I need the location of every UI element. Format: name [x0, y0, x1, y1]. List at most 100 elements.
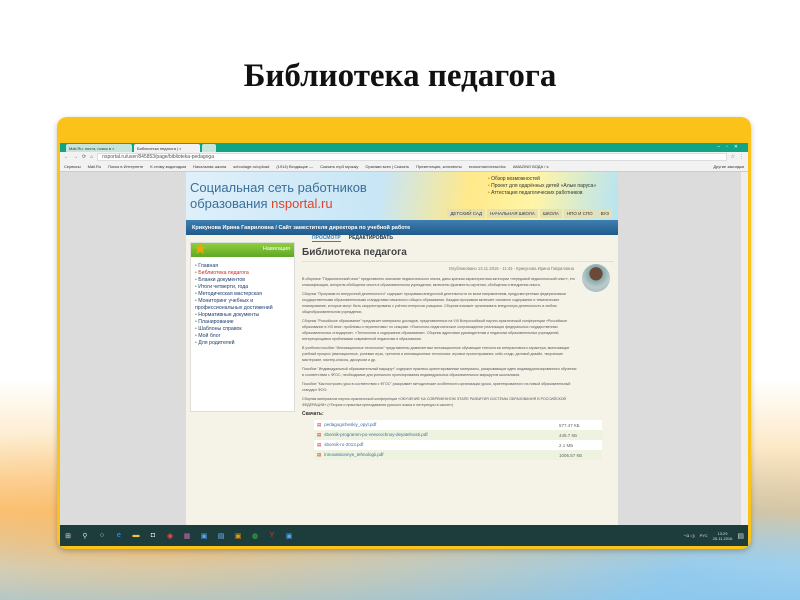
bookmark[interactable]: AMAZING ВОДА / s: [513, 164, 549, 169]
bookmark[interactable]: Mail.Ru: [88, 164, 102, 169]
level-tab[interactable]: ДЕТСКИЙ САД: [447, 209, 486, 218]
bookmark[interactable]: (1914) Входящие —: [276, 164, 313, 169]
logo-line1[interactable]: Социальная сеть работников: [190, 180, 367, 195]
nav-item[interactable]: Мой блог: [195, 333, 290, 340]
star-icon[interactable]: ☆: [731, 154, 735, 160]
paragraph: Пособие "Как построить урок в соответств…: [302, 382, 571, 392]
browser-window: Mail.Ru: почта, поиск в × Библиотека пед…: [60, 143, 748, 546]
nav-item[interactable]: Бланки документов: [195, 277, 290, 284]
nav-item[interactable]: Мониторинг учебных и профессиональных до…: [195, 298, 290, 312]
bookmark[interactable]: Оригами всех | Скачать: [365, 164, 409, 169]
paragraph: Сборник материалов научно-практической к…: [302, 397, 567, 407]
home-icon[interactable]: ⌂: [90, 154, 93, 160]
tab-edit[interactable]: РЕДАКТИРОВАТЬ: [349, 235, 393, 242]
file-row[interactable]: ▤ innovatsionnye_tehnologii.pdf 1006.57 КБ: [314, 450, 602, 460]
tab-mail[interactable]: Mail.Ru: почта, поиск в ×: [66, 144, 132, 152]
other-bookmarks[interactable]: Другие закладки: [713, 164, 744, 169]
bookmark[interactable]: Скачать mp3 музыку: [320, 164, 358, 169]
page-title: Библиотека педагога: [302, 247, 614, 262]
nav-title: Навигация: [262, 246, 290, 252]
nav-item-active[interactable]: Библиотека педагога: [195, 270, 290, 277]
file-link[interactable]: sbornik-ro-2013.pdf: [324, 442, 363, 447]
store-icon[interactable]: ◘: [149, 532, 157, 539]
logo-brand: nsportal.ru: [271, 196, 333, 211]
file-size: 2.1 МБ: [559, 442, 574, 448]
bookmark[interactable]: Сервисы: [64, 164, 81, 169]
bookmark[interactable]: ecosoman/oesru/doc: [469, 164, 506, 169]
bookmark[interactable]: Начальная школа: [193, 164, 226, 169]
bookmark[interactable]: schoolage.ru/upload: [233, 164, 269, 169]
bookmark[interactable]: Поиск в Интернете: [108, 164, 143, 169]
promo-link[interactable]: Проект для одарённых детей «Алые паруса»: [488, 183, 596, 190]
pdf-icon: ▤: [317, 422, 322, 427]
word-icon[interactable]: ▤: [217, 532, 225, 540]
web-page: Социальная сеть работников образования n…: [60, 172, 748, 525]
paragraph: В сборнике "Педагогический опыт" предста…: [302, 277, 576, 287]
promo-link[interactable]: Аттестация педагогических работников: [488, 190, 596, 197]
powerpoint-icon[interactable]: ▣: [234, 532, 242, 540]
app-icon[interactable]: ▦: [183, 532, 191, 540]
edge-icon[interactable]: e: [115, 532, 123, 539]
chrome-icon[interactable]: ◉: [166, 532, 174, 540]
download-label: Скачать:: [302, 411, 324, 417]
level-tab[interactable]: НПО И СПО: [563, 209, 596, 218]
new-tab-button[interactable]: [202, 144, 216, 152]
explorer-icon[interactable]: ▬: [132, 532, 140, 539]
file-link[interactable]: sbornik-programm-po-vneurochnoy-deyateln…: [324, 432, 427, 437]
start-icon[interactable]: ⊞: [64, 532, 72, 540]
scrollbar[interactable]: [741, 172, 748, 525]
paragraph: Пособие "Индивидуальный образовательный …: [302, 367, 577, 377]
reload-icon[interactable]: ⟳: [82, 154, 86, 160]
window-controls[interactable]: –▫✕: [717, 144, 744, 150]
windows-taskbar: ⊞ ⚲ ○ e ▬ ◘ ◉ ▦ ▣ ▤ ▣ ◍ Y ▣ ^ ◘ ◁) РУС 1…: [60, 525, 748, 546]
file-row[interactable]: ▤ pedagogicheskiy_opyt.pdf 577.47 КБ: [314, 420, 602, 430]
tab-library[interactable]: Библиотека педагога | ×: [134, 144, 200, 152]
url-input[interactable]: nsportal.ru/user/845853/page/biblioteka-…: [97, 153, 727, 161]
task-view-icon[interactable]: ○: [98, 532, 106, 539]
search-icon[interactable]: ⚲: [81, 532, 89, 540]
nav-item[interactable]: Главная: [195, 263, 290, 270]
pdf-icon: ▤: [317, 442, 322, 447]
yandex-icon[interactable]: Y: [268, 532, 276, 539]
tab-view[interactable]: ПРОСМОТР: [312, 235, 341, 242]
level-tab[interactable]: НАЧАЛЬНАЯ ШКОЛА: [487, 209, 538, 218]
tray-icons[interactable]: ^ ◘ ◁): [684, 533, 695, 538]
notifications-icon[interactable]: ▤: [737, 532, 744, 540]
nav-item[interactable]: Итоги четверти, года: [195, 284, 290, 291]
back-icon[interactable]: ←: [64, 154, 69, 160]
breadcrumb[interactable]: Крикунова Ирина Гавриловна / Сайт замест…: [186, 220, 618, 235]
publish-meta: Опубликовано 13.11.2016 - 11:43 - Крикун…: [448, 266, 574, 271]
file-row[interactable]: ▤ sbornik-programm-po-vneurochnoy-deyatel…: [314, 430, 602, 440]
promo-link[interactable]: Обзор возможностей: [488, 176, 596, 183]
nav-item[interactable]: Методическая мастерская: [195, 291, 290, 298]
main-content: ПРОСМОТР РЕДАКТИРОВАТЬ Библиотека педаго…: [302, 235, 614, 460]
address-bar-row: ← → ⟳ ⌂ nsportal.ru/user/845853/page/bib…: [60, 152, 748, 162]
site-header: Социальная сеть работников образования n…: [186, 172, 618, 220]
menu-icon[interactable]: ⋮: [739, 154, 744, 160]
file-link[interactable]: innovatsionnye_tehnologii.pdf: [324, 452, 383, 457]
forward-icon[interactable]: →: [73, 154, 78, 160]
app-icon[interactable]: ▣: [285, 532, 293, 540]
file-list: ▤ pedagogicheskiy_opyt.pdf 577.47 КБ ▤ sbor…: [314, 420, 602, 460]
paragraph: В учебном пособии "Инновационные техноло…: [302, 346, 570, 362]
view-tabs: ПРОСМОТР РЕДАКТИРОВАТЬ: [302, 235, 614, 242]
logo-line2[interactable]: образования nsportal.ru: [190, 196, 333, 211]
nav-item[interactable]: Нормативные документы: [195, 312, 290, 319]
bookmark[interactable]: К стиму водопадом: [150, 164, 186, 169]
nav-item[interactable]: Планирование: [195, 319, 290, 326]
level-tab[interactable]: ВУЗ: [597, 209, 612, 218]
nav-item[interactable]: Шаблоны справок: [195, 326, 290, 333]
language-indicator[interactable]: РУС: [700, 533, 708, 538]
level-tab[interactable]: ШКОЛА: [539, 209, 562, 218]
system-tray: ^ ◘ ◁) РУС 13:29 26.11.2016 ▤: [684, 531, 744, 541]
author-avatar[interactable]: [582, 264, 610, 292]
app-icon[interactable]: ◍: [251, 532, 259, 540]
clock[interactable]: 13:29 26.11.2016: [713, 531, 733, 541]
app-icon[interactable]: ▣: [200, 532, 208, 540]
nav-item[interactable]: Для родителей: [195, 340, 290, 347]
site-container: Социальная сеть работников образования n…: [186, 172, 618, 525]
file-link[interactable]: pedagogicheskiy_opyt.pdf: [324, 422, 376, 427]
star-icon: ★: [193, 241, 208, 258]
bookmark[interactable]: Презентации, конспекты: [416, 164, 462, 169]
file-row[interactable]: ▤ sbornik-ro-2013.pdf 2.1 МБ: [314, 440, 602, 450]
